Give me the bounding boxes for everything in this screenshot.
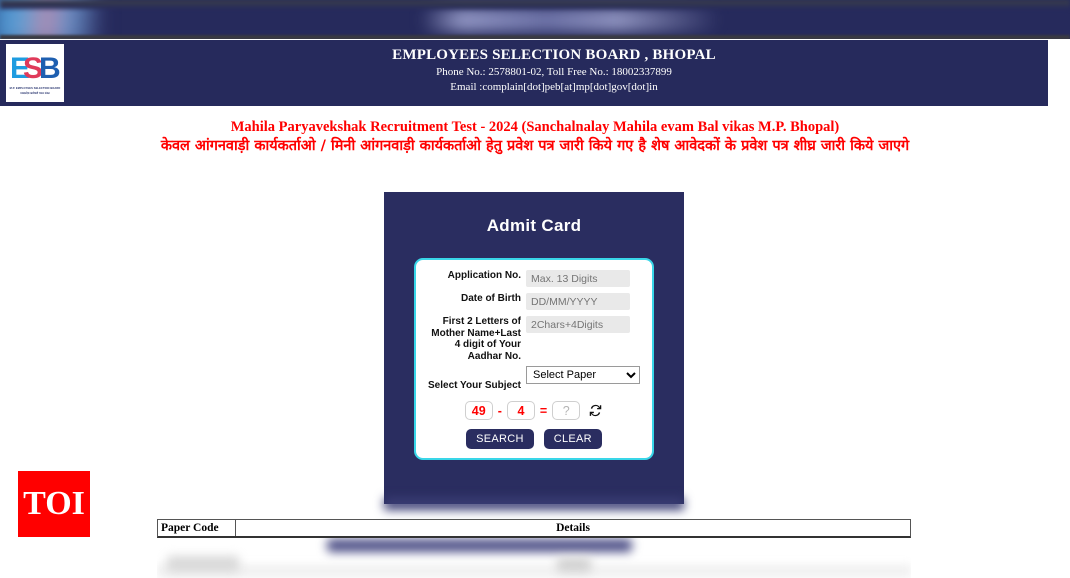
aadhar-input[interactable]: [526, 316, 630, 333]
top-site-banner: [0, 0, 1070, 39]
application-no-label: Application No.: [447, 270, 521, 281]
blurred-cell-paper-code: [167, 556, 239, 572]
search-button[interactable]: SEARCH: [466, 429, 534, 449]
field-row-subject: Select Your Subject Select Paper: [424, 366, 644, 392]
header-phone: Phone No.: 2578801-02, Toll Free No.: 18…: [436, 66, 672, 78]
banner-blurred-title: [420, 8, 720, 32]
results-table: Paper Code Details: [157, 519, 911, 578]
results-table-header-row: Paper Code Details: [157, 519, 911, 538]
refresh-icon[interactable]: [588, 403, 603, 418]
notice-hindi: केवल आंगनवाड़ी कार्यकर्ताओ / मिनी आंगनवा…: [160, 138, 910, 154]
captcha-operand-2: 4: [506, 401, 535, 420]
toi-watermark: TOI: [18, 471, 90, 537]
captcha-operand-1: 49: [464, 401, 493, 420]
clear-button[interactable]: CLEAR: [543, 429, 602, 449]
field-row-date-of-birth: Date of Birth: [424, 293, 644, 310]
field-row-application-no: Application No.: [424, 270, 644, 287]
page-root: E S B M.P. EMPLOYEES SELECTION BOARD मध्…: [0, 0, 1070, 578]
captcha-operator: -: [497, 403, 502, 418]
captcha-answer-input[interactable]: ?: [552, 401, 581, 420]
header-title: EMPLOYEES SELECTION BOARD , BHOPAL: [392, 47, 716, 63]
site-header: E S B M.P. EMPLOYEES SELECTION BOARD मध्…: [0, 40, 1048, 106]
banner-bottom-edge: [0, 35, 1070, 39]
captcha-equals: =: [539, 403, 548, 418]
toi-watermark-text: TOI: [23, 485, 85, 522]
notice-english: Mahila Paryavekshak Recruitment Test - 2…: [230, 119, 840, 135]
admit-card-title: Admit Card: [486, 216, 582, 235]
column-header-details: Details: [556, 522, 590, 534]
esb-logo: E S B M.P. EMPLOYEES SELECTION BOARD मध्…: [6, 44, 64, 102]
esb-logo-caption-en: M.P. EMPLOYEES SELECTION BOARD: [9, 86, 61, 90]
date-of-birth-label: Date of Birth: [461, 293, 521, 304]
subject-select[interactable]: Select Paper: [526, 366, 640, 384]
banner-top-shade: [0, 0, 1070, 9]
esb-logo-caption-hi: मध्यप्रदेश कर्मचारी चयन मंडल: [20, 92, 50, 95]
field-row-aadhar: First 2 Letters of Mother Name+Last 4 di…: [424, 316, 644, 362]
esb-logo-icon: E S B: [10, 51, 60, 85]
form-buttons: SEARCH CLEAR: [424, 429, 644, 449]
header-text-block: EMPLOYEES SELECTION BOARD , BHOPAL Phone…: [70, 46, 1038, 95]
aadhar-label: First 2 Letters of Mother Name+Last 4 di…: [431, 316, 521, 362]
blurred-row-bar: [327, 539, 632, 552]
date-of-birth-input[interactable]: [526, 293, 630, 310]
blurred-row-strip: [157, 564, 911, 578]
header-email: Email :complain[dot]peb[at]mp[dot]gov[do…: [450, 81, 658, 93]
results-table-blurred-rows: [157, 538, 911, 578]
blurred-cell-details: [557, 558, 591, 572]
subject-label: Select Your Subject: [428, 380, 521, 391]
captcha-row: 49 - 4 = ?: [424, 401, 644, 420]
admit-card-form: Application No. Date of Birth First 2 Le…: [414, 258, 654, 460]
column-header-paper-code: Paper Code: [158, 520, 236, 536]
panel-bottom-blur: [384, 498, 684, 510]
application-no-input[interactable]: [526, 270, 630, 287]
notice-block: Mahila Paryavekshak Recruitment Test - 2…: [0, 118, 1070, 156]
svg-text:B: B: [39, 52, 60, 85]
